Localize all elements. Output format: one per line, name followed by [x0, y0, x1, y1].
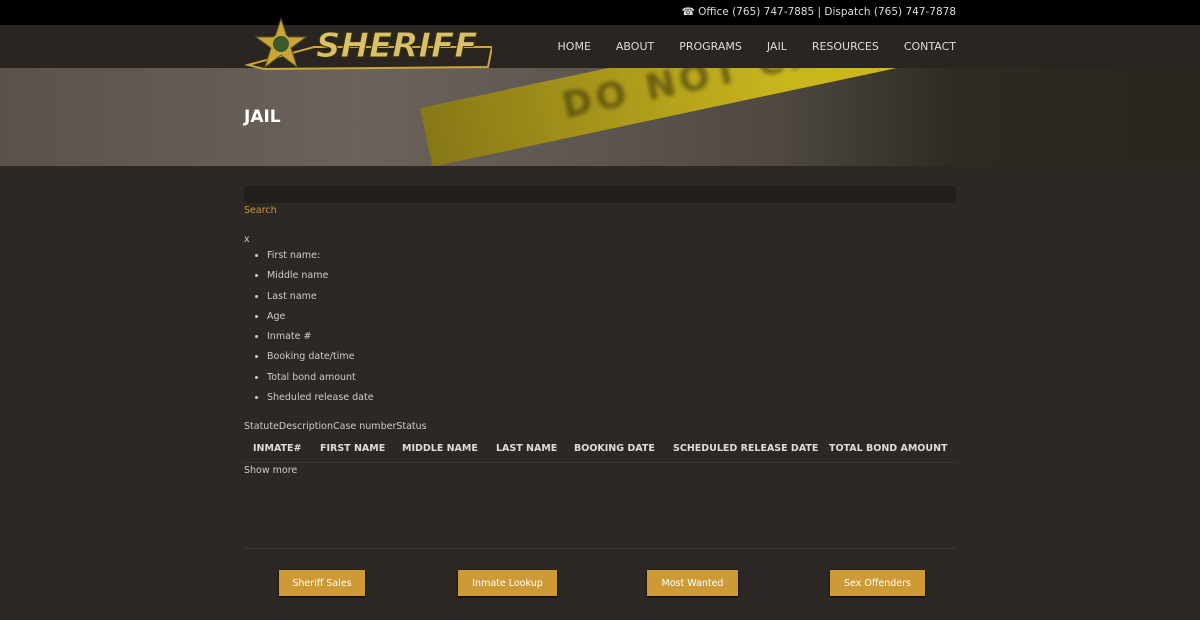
nav-resources[interactable]: RESOURCES	[812, 40, 879, 53]
tape-text: DO NOT CROSS SHERIFF LINE DO	[559, 68, 1200, 127]
sex-offenders-button[interactable]: Sex Offenders	[830, 570, 925, 596]
footer-divider	[244, 548, 956, 549]
field-age: Age	[267, 311, 374, 331]
field-bond-amount: Total bond amount	[267, 372, 374, 392]
logo-text: SHERIFF	[316, 26, 477, 66]
crime-tape-image: DO NOT CROSS SHERIFF LINE DO	[420, 68, 1200, 166]
field-booking-date: Booking date/time	[267, 351, 374, 371]
col-first-name[interactable]: FIRST NAME	[320, 443, 385, 454]
contact-info: ☎ Office (765) 747-7885 | Dispatch (765)…	[682, 6, 956, 18]
search-input[interactable]	[244, 186, 956, 203]
field-last-name: Last name	[267, 291, 374, 311]
hero-banner: DO NOT CROSS SHERIFF LINE DO	[0, 68, 1200, 166]
col-booking-date[interactable]: BOOKING DATE	[574, 443, 655, 454]
show-more-link[interactable]: Show more	[244, 465, 297, 476]
phone-icon: ☎	[681, 6, 699, 18]
page-title: JAIL	[244, 107, 281, 127]
close-detail-button[interactable]: x	[244, 234, 250, 245]
col-middle-name[interactable]: MIDDLE NAME	[402, 443, 478, 454]
nav-contact[interactable]: CONTACT	[904, 40, 956, 53]
sheriff-sales-button[interactable]: Sheriff Sales	[279, 570, 365, 596]
nav-jail[interactable]: JAIL	[767, 40, 787, 53]
nav-bar: HOME ABOUT PROGRAMS JAIL RESOURCES CONTA…	[0, 25, 1200, 68]
col-release-date[interactable]: SCHEDULED RELEASE DATE	[673, 443, 818, 454]
search-link[interactable]: Search	[244, 205, 277, 216]
col-bond-amount[interactable]: TOTAL BOND AMOUNT	[829, 443, 948, 454]
charges-header: StatuteDescriptionCase numberStatus	[244, 421, 427, 432]
field-first-name: First name:	[267, 250, 374, 270]
field-inmate-number: Inmate #	[267, 331, 374, 351]
field-release-date: Sheduled release date	[267, 392, 374, 412]
contact-text: Office (765) 747-7885 | Dispatch (765) 7…	[698, 6, 956, 18]
most-wanted-button[interactable]: Most Wanted	[647, 570, 738, 596]
inmate-detail-fields: First name: Middle name Last name Age In…	[267, 250, 374, 412]
col-inmate-number[interactable]: INMATE#	[253, 443, 301, 454]
field-middle-name: Middle name	[267, 270, 374, 290]
col-last-name[interactable]: LAST NAME	[496, 443, 557, 454]
main-menu: HOME ABOUT PROGRAMS JAIL RESOURCES CONTA…	[533, 40, 956, 53]
nav-programs[interactable]: PROGRAMS	[679, 40, 742, 53]
sheriff-logo[interactable]: SHERIFF	[244, 17, 492, 75]
nav-home[interactable]: HOME	[558, 40, 591, 53]
inmate-lookup-button[interactable]: Inmate Lookup	[458, 570, 557, 596]
nav-about[interactable]: ABOUT	[616, 40, 654, 53]
table-header-divider	[244, 462, 956, 463]
top-bar: ☎ Office (765) 747-7885 | Dispatch (765)…	[0, 0, 1200, 25]
